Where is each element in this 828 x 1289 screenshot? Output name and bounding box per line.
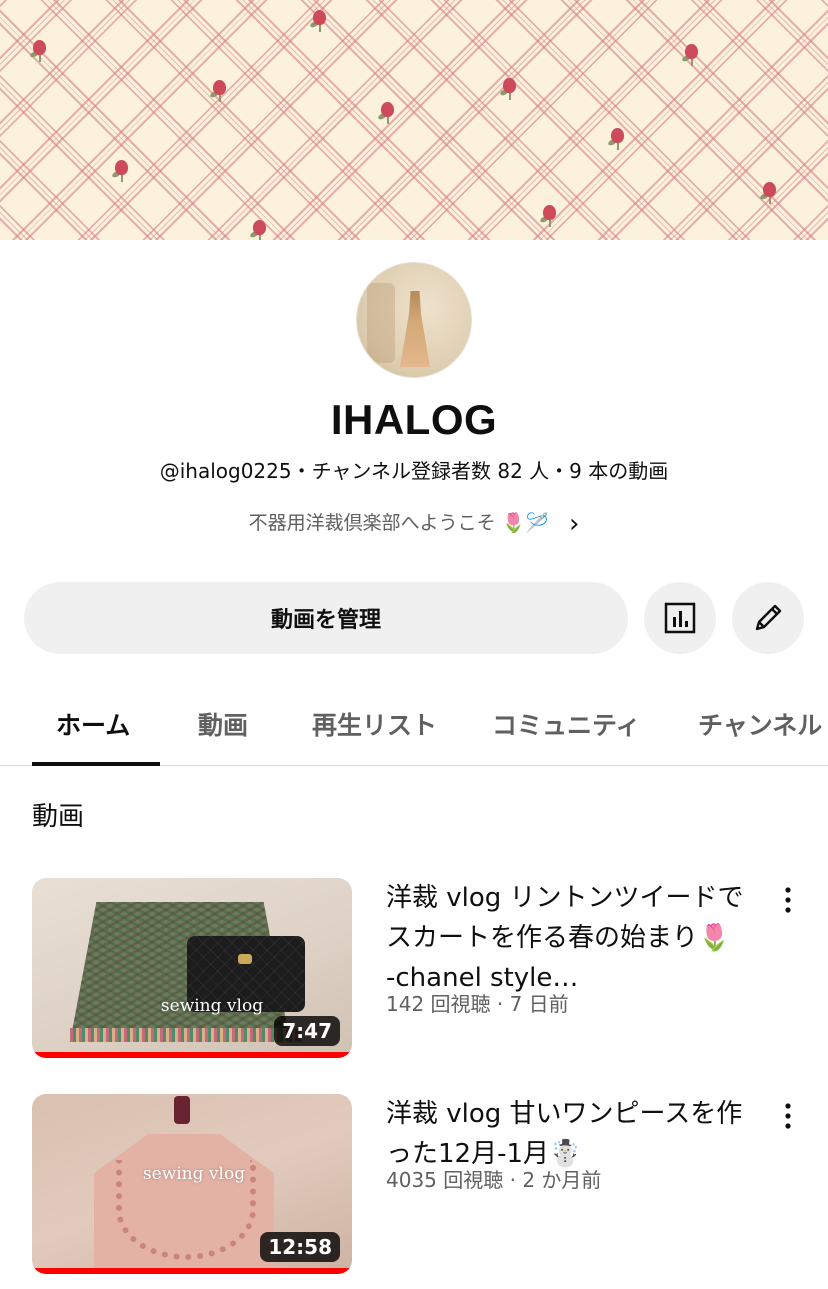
section-title: 動画 [32,802,85,832]
rose-pattern-icon [377,102,396,124]
video-meta: 142 回視聴 · 7 日前 [386,992,569,1016]
rose-pattern-icon [111,160,130,182]
rose-pattern-icon [681,44,700,66]
tab-videos[interactable]: 動画 [198,706,248,742]
channel-name: IHALOG [330,396,498,443]
tab-channels[interactable]: チャンネル [698,706,822,742]
tab-home[interactable]: ホーム [56,706,130,742]
tab-playlists[interactable]: 再生リスト [312,706,437,742]
rose-pattern-icon [29,40,48,62]
video-title[interactable]: 洋裁 vlog リントンツイードでスカートを作る春の始まり🌷 -chanel s… [386,878,746,998]
channel-description-text: 不器用洋裁倶楽部へようこそ 🌷🪡 [248,512,549,534]
channel-tabs: ホーム 動画 再生リスト コミュニティ チャンネル [0,686,828,766]
rose-pattern-icon [309,10,328,32]
video-duration: 7:47 [274,1016,340,1046]
video-meta: 4035 回視聴 · 2 か月前 [386,1168,602,1192]
mannequin-image [174,1096,190,1124]
channel-avatar[interactable] [356,262,472,378]
rose-pattern-icon [759,182,778,204]
rose-pattern-icon [539,205,558,227]
watch-progress-bar [32,1052,352,1058]
video-duration: 12:58 [260,1232,340,1262]
watch-progress-bar [32,1268,352,1274]
rose-pattern-icon [607,128,626,150]
rose-pattern-icon [249,220,268,240]
video-thumbnail[interactable]: sewing vlog 7:47 [32,878,352,1058]
rose-pattern-icon [209,80,228,102]
video-title[interactable]: 洋裁 vlog 甘いワンピースを作った12月-1月☃️ [386,1094,746,1174]
thumbnail-caption: sewing vlog [142,1164,246,1184]
rose-pattern-icon [499,78,518,100]
channel-meta: @ihalog0225・チャンネル登録者数 82 人・9 本の動画 [159,459,669,483]
video-item[interactable]: sewing vlog 7:47 洋裁 vlog リントンツイードでスカートを作… [0,878,828,1058]
channel-description[interactable]: 不器用洋裁倶楽部へようこそ 🌷🪡 › [0,508,828,539]
tab-community[interactable]: コミュニティ [492,706,641,742]
more-options-button[interactable] [772,1100,804,1132]
channel-banner [0,0,828,240]
edit-channel-button[interactable] [732,582,804,654]
more-vertical-icon [785,887,791,913]
more-vertical-icon [785,1103,791,1129]
analytics-button[interactable] [644,582,716,654]
video-item[interactable]: sewing vlog 12:58 洋裁 vlog 甘いワンピースを作った12月… [0,1094,828,1274]
analytics-icon [664,602,696,634]
active-tab-indicator [32,762,160,766]
manage-videos-button[interactable]: 動画を管理 [24,582,628,654]
video-thumbnail[interactable]: sewing vlog 12:58 [32,1094,352,1274]
pencil-icon [755,604,782,631]
chevron-right-icon: › [568,509,580,539]
thumbnail-caption: sewing vlog [160,996,264,1016]
more-options-button[interactable] [772,884,804,916]
